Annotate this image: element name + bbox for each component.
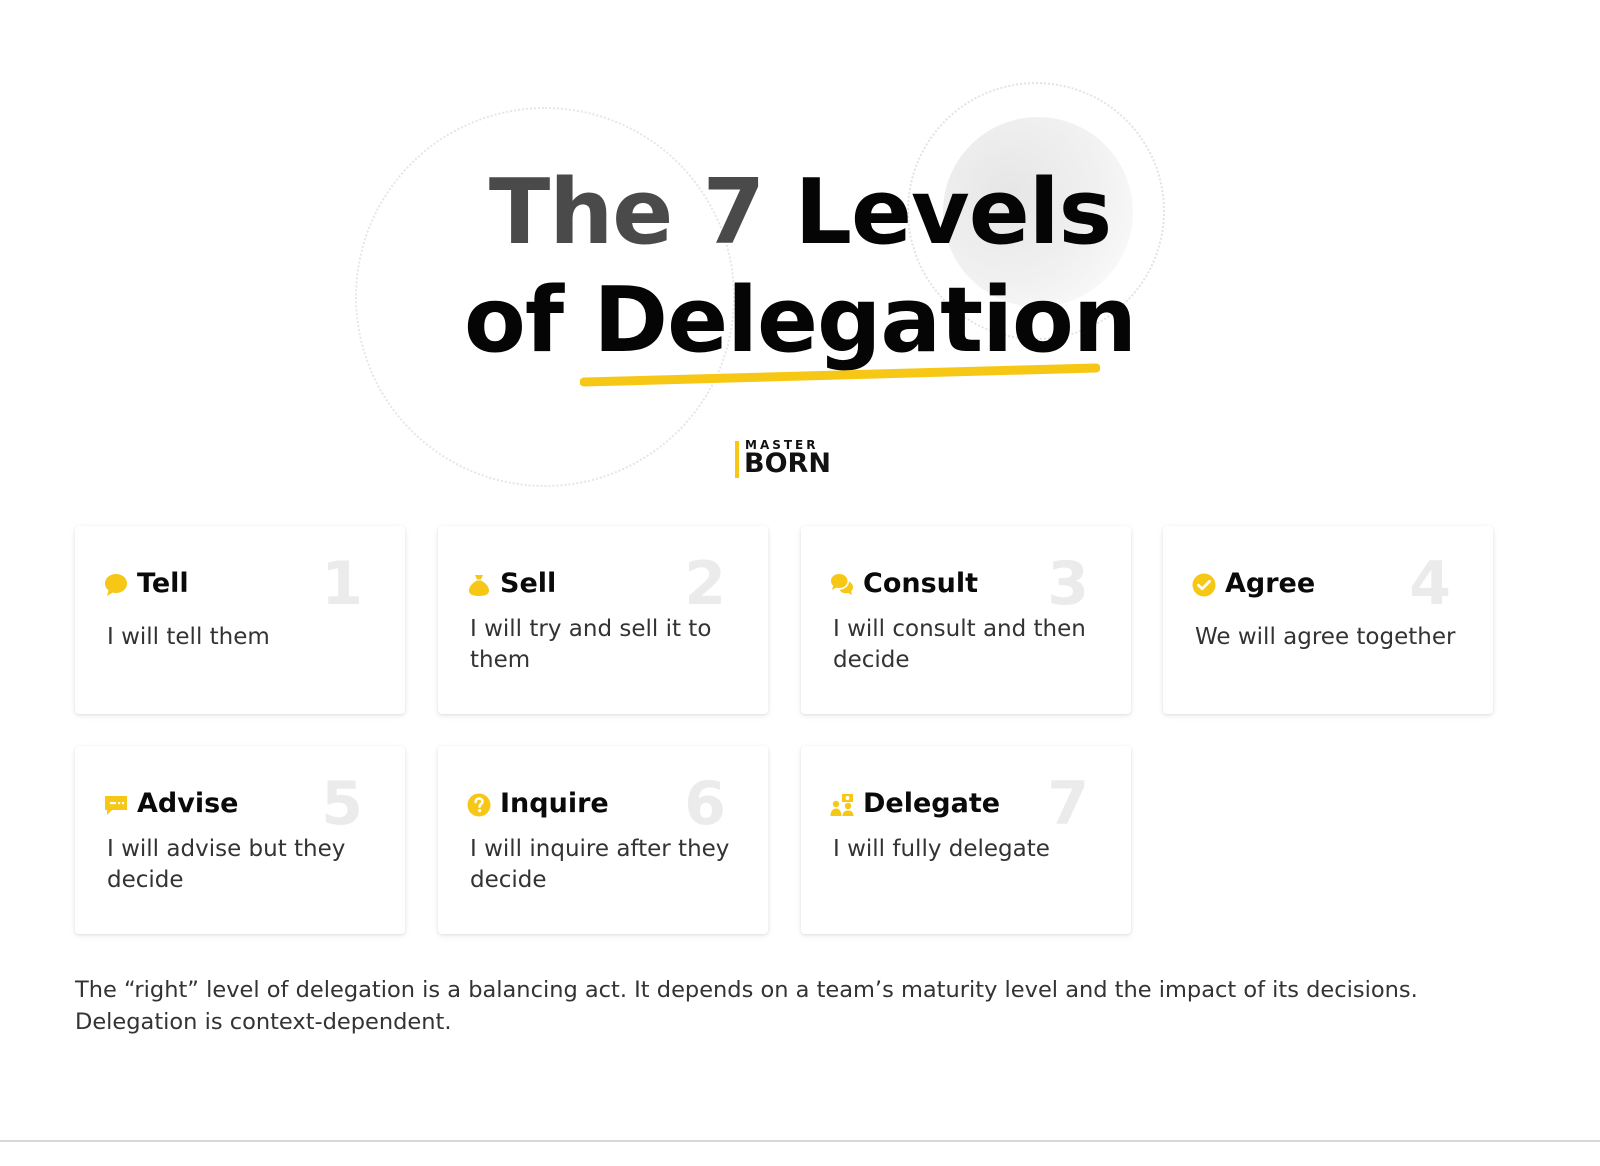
check-circle-icon xyxy=(1192,573,1216,597)
question-circle-icon xyxy=(467,793,491,817)
level-name: Advise xyxy=(137,788,239,819)
level-name: Inquire xyxy=(500,788,609,819)
level-card-inquire: Inquire 6 I will inquire after they deci… xyxy=(438,746,768,934)
level-name: Agree xyxy=(1225,568,1316,599)
chat-bubbles-icon xyxy=(831,574,853,595)
page-title-line-1: The 7 Levels xyxy=(0,168,1600,258)
people-delegate-icon xyxy=(830,794,854,816)
level-number: 6 xyxy=(684,769,726,839)
logo-bar xyxy=(735,441,739,478)
level-number: 5 xyxy=(321,769,363,839)
level-description: I will inquire after they decide xyxy=(470,836,730,893)
level-number: 3 xyxy=(1047,549,1089,619)
level-description: I will tell them xyxy=(107,624,270,650)
level-description: We will agree together xyxy=(1195,624,1456,650)
title-part: of xyxy=(464,268,564,373)
money-bag-icon xyxy=(469,575,489,596)
level-number: 4 xyxy=(1409,549,1451,619)
level-card-advise: Advise 5 I will advise but they decide xyxy=(75,746,405,934)
title-underline xyxy=(580,363,1100,387)
level-description: I will fully delegate xyxy=(833,836,1050,862)
page-title-line-2: of Delegation xyxy=(0,276,1600,366)
level-name: Tell xyxy=(137,568,189,599)
footnote-text: The “right” level of delegation is a bal… xyxy=(75,977,1418,1035)
bottom-divider xyxy=(0,1140,1600,1142)
message-icon xyxy=(105,796,127,815)
level-number: 1 xyxy=(321,549,363,619)
level-card-consult: Consult 3 I will consult and then decide xyxy=(801,526,1131,714)
title-part: The 7 xyxy=(488,160,765,265)
level-description: I will consult and then decide xyxy=(833,616,1086,673)
logo-text-bottom: BORN xyxy=(744,448,831,479)
level-card-tell: Tell 1 I will tell them xyxy=(75,526,405,714)
speech-bubble-icon xyxy=(105,574,127,596)
title-part: Levels xyxy=(794,160,1113,265)
level-description: I will try and sell it to them xyxy=(470,616,712,673)
level-card-delegate: Delegate 7 I will fully delegate xyxy=(801,746,1131,934)
level-description: I will advise but they decide xyxy=(107,836,346,893)
level-name: Sell xyxy=(500,568,557,599)
level-card-agree: Agree 4 We will agree together xyxy=(1163,526,1493,714)
level-name: Consult xyxy=(863,568,979,599)
masterborn-logo: MASTER BORN xyxy=(735,438,835,482)
level-name: Delegate xyxy=(863,788,1001,819)
title-part: Delegation xyxy=(593,268,1137,373)
level-card-sell: Sell 2 I will try and sell it to them xyxy=(438,526,768,714)
level-number: 2 xyxy=(684,549,726,619)
level-number: 7 xyxy=(1047,769,1089,839)
